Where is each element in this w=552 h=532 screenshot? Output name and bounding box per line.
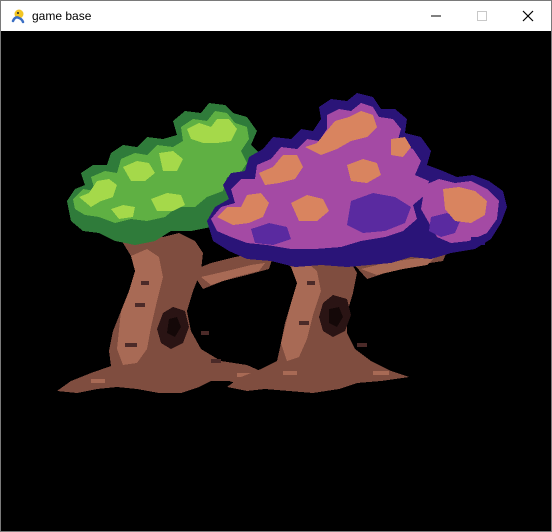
minimize-button[interactable] [413, 1, 459, 31]
game-canvas[interactable] [1, 31, 551, 531]
game-window: game base [0, 0, 552, 532]
close-icon [522, 10, 534, 22]
close-button[interactable] [505, 1, 551, 31]
minimize-icon [431, 15, 441, 17]
window-controls [413, 1, 551, 31]
pygame-snake-icon [10, 8, 26, 24]
maximize-button[interactable] [459, 1, 505, 31]
title-bar[interactable]: game base [1, 1, 551, 31]
twin-trees-sprite [57, 93, 507, 393]
purple-canopy [207, 93, 507, 267]
maximize-icon [477, 11, 487, 21]
window-title: game base [32, 9, 92, 23]
